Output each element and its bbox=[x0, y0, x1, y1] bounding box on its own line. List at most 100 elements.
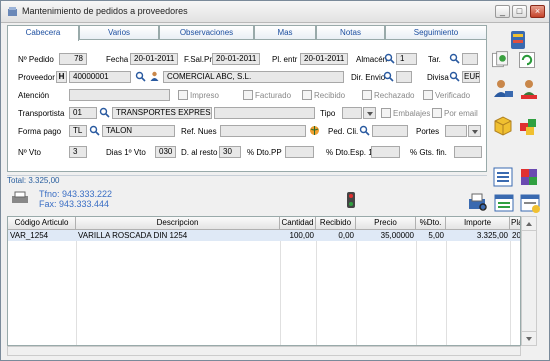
vertical-scrollbar[interactable] bbox=[521, 216, 537, 346]
tab-seguimiento[interactable]: Seguimiento bbox=[385, 25, 487, 40]
grid-divider bbox=[510, 241, 511, 345]
proveedor-search-icon[interactable] bbox=[135, 71, 146, 82]
tar-search-icon[interactable] bbox=[449, 53, 460, 64]
direnvio-field[interactable] bbox=[396, 71, 412, 83]
divisa-field[interactable]: EUR bbox=[462, 71, 480, 83]
edit-lines-icon[interactable] bbox=[492, 191, 516, 215]
cell-descripcion[interactable]: VARILLA ROSCADA DIN 1254 bbox=[76, 230, 280, 241]
embalajes-checkbox[interactable] bbox=[381, 108, 391, 118]
formapago-name-field[interactable]: TALON bbox=[102, 125, 175, 137]
nvto-field[interactable]: 3 bbox=[69, 146, 87, 158]
refresh-icon[interactable] bbox=[517, 50, 537, 70]
atencion-field[interactable] bbox=[69, 89, 170, 101]
blocks-icon[interactable] bbox=[517, 113, 541, 137]
portes-field[interactable] bbox=[445, 125, 467, 137]
cabecera-panel: Nº Pedido 78 Fecha 20-01-2011 F.Sal.Pr. … bbox=[7, 39, 487, 172]
cell-pla[interactable]: 20 bbox=[510, 230, 520, 241]
documents-icon[interactable] bbox=[490, 50, 510, 70]
proveedor-field[interactable]: 40000001 bbox=[69, 71, 131, 83]
rechazado-checkbox[interactable] bbox=[362, 90, 372, 100]
minimize-button[interactable]: _ bbox=[495, 5, 510, 18]
fsalpr-label: F.Sal.Pr. bbox=[184, 55, 214, 64]
tab-cabecera[interactable]: Cabecera bbox=[7, 25, 79, 41]
database-icon[interactable] bbox=[506, 28, 530, 52]
tab-varios[interactable]: Varios bbox=[79, 25, 159, 40]
transportista-name-field[interactable]: TRANSPORTES EXPRESS bbox=[112, 107, 212, 119]
tipo-label: Tipo bbox=[320, 109, 336, 118]
impreso-checkbox[interactable] bbox=[178, 90, 188, 100]
user-remove-icon[interactable] bbox=[517, 77, 541, 101]
verificado-checkbox[interactable] bbox=[423, 90, 433, 100]
cell-codigo[interactable]: VAR_1254 bbox=[8, 230, 76, 241]
horizontal-scrollbar[interactable] bbox=[7, 346, 521, 356]
printer-icon[interactable] bbox=[10, 191, 30, 205]
poremail-checkbox[interactable] bbox=[432, 108, 442, 118]
contact-person-icon[interactable] bbox=[149, 71, 160, 82]
pedcli-label: Ped. Cli. bbox=[328, 127, 359, 136]
portes-dropdown[interactable] bbox=[468, 125, 481, 137]
transportista-code-field[interactable]: 01 bbox=[69, 107, 97, 119]
col-header-dto[interactable]: %Dto. bbox=[416, 217, 446, 230]
refnues-label: Ref. Nues bbox=[181, 127, 217, 136]
facturado-checkbox[interactable] bbox=[243, 90, 253, 100]
tab-observaciones[interactable]: Observaciones bbox=[159, 25, 254, 40]
dtoesp-field[interactable] bbox=[371, 146, 400, 158]
pedcli-search-icon[interactable] bbox=[359, 125, 370, 136]
portes-label: Portes bbox=[416, 127, 440, 136]
scroll-up-arrow[interactable] bbox=[522, 217, 536, 231]
dias1-field[interactable]: 030 bbox=[155, 146, 176, 158]
dtopp-field[interactable] bbox=[285, 146, 314, 158]
dalresto-field[interactable]: 30 bbox=[219, 146, 241, 158]
divisa-label: Divisa bbox=[427, 73, 449, 82]
traffic-light-icon bbox=[347, 192, 355, 208]
tab-mas[interactable]: Mas bbox=[254, 25, 316, 40]
pedcli-field[interactable] bbox=[372, 125, 408, 137]
col-header-descripcion[interactable]: Descripcion bbox=[76, 217, 280, 230]
cell-importe[interactable]: 3.325,00 bbox=[446, 230, 510, 241]
scroll-down-arrow[interactable] bbox=[522, 331, 536, 345]
user-add-icon[interactable] bbox=[491, 77, 515, 101]
tab-notas[interactable]: Notas bbox=[316, 25, 385, 40]
proveedor-name-field[interactable]: COMERCIAL ABC, S.L. bbox=[163, 71, 344, 83]
refnues-field[interactable] bbox=[220, 125, 306, 137]
add-line-icon[interactable] bbox=[518, 191, 542, 215]
print-preview-icon[interactable] bbox=[466, 191, 490, 215]
globe-icon[interactable] bbox=[309, 125, 320, 136]
cell-cantidad[interactable]: 100,00 bbox=[280, 230, 316, 241]
proveedor-label: Proveedor bbox=[18, 73, 55, 82]
fecha-field[interactable]: 20-01-2011 bbox=[130, 53, 178, 65]
col-header-pla[interactable]: Pla bbox=[510, 217, 520, 230]
pedido-field[interactable]: 78 bbox=[59, 53, 87, 65]
cell-recibido[interactable]: 0,00 bbox=[316, 230, 356, 241]
list-icon[interactable] bbox=[491, 165, 515, 189]
col-header-recibido[interactable]: Recibido bbox=[316, 217, 356, 230]
close-button[interactable]: × bbox=[530, 5, 545, 18]
tar-field[interactable] bbox=[462, 53, 478, 65]
app-icon bbox=[8, 7, 17, 16]
formapago-search-icon[interactable] bbox=[89, 125, 100, 136]
contact-info: Tfno: 943.333.222 Fax: 943.333.444 bbox=[39, 189, 112, 209]
cell-precio[interactable]: 35,00000 bbox=[356, 230, 416, 241]
col-header-codigo[interactable]: Código Articulo bbox=[8, 217, 76, 230]
col-header-precio[interactable]: Precio bbox=[356, 217, 416, 230]
divisa-search-icon[interactable] bbox=[449, 71, 460, 82]
col-header-importe[interactable]: Importe bbox=[446, 217, 510, 230]
proveedor-h-button[interactable]: H bbox=[56, 71, 67, 83]
transportista-extra-field[interactable] bbox=[214, 107, 315, 119]
tipo-field[interactable] bbox=[342, 107, 362, 119]
col-header-cantidad[interactable]: Cantidad bbox=[280, 217, 316, 230]
transportista-search-icon[interactable] bbox=[99, 107, 110, 118]
direnvio-search-icon[interactable] bbox=[383, 71, 394, 82]
gtsfin-field[interactable] bbox=[454, 146, 482, 158]
fsalpr-field[interactable]: 20-01-2011 bbox=[212, 53, 260, 65]
package-icon[interactable] bbox=[491, 113, 515, 137]
formapago-code-field[interactable]: TL bbox=[69, 125, 87, 137]
almacen-search-icon[interactable] bbox=[384, 53, 395, 64]
maximize-button[interactable]: □ bbox=[512, 5, 527, 18]
cell-dto[interactable]: 5,00 bbox=[416, 230, 446, 241]
recibido-checkbox[interactable] bbox=[302, 90, 312, 100]
cube-icon[interactable] bbox=[517, 165, 541, 189]
plentr-field[interactable]: 20-01-2011 bbox=[300, 53, 348, 65]
almacen-field[interactable]: 1 bbox=[396, 53, 417, 65]
tipo-dropdown[interactable] bbox=[363, 107, 376, 119]
